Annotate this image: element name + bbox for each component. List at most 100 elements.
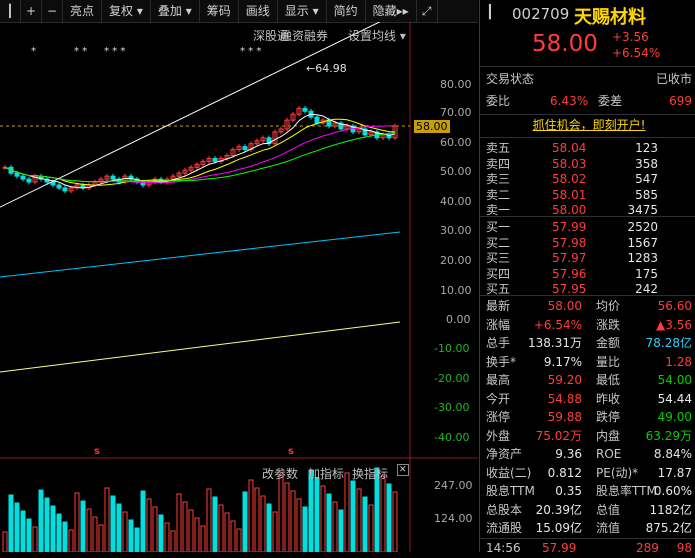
toolbar-highlight[interactable]: 亮点: [63, 0, 103, 22]
trade-status: 已收市: [655, 72, 692, 86]
volume-bar: [224, 512, 230, 552]
toolbar-simple[interactable]: 简约: [327, 0, 366, 22]
volume-bar: [368, 504, 374, 552]
volume-bar: [320, 485, 326, 552]
stat-value: 75.02万: [535, 428, 582, 443]
stat-value: 0.60%: [653, 484, 692, 498]
open-account-link[interactable]: 抓住机会，即刻开户!: [486, 116, 692, 135]
volume-bar: [386, 483, 392, 552]
candle: [110, 175, 116, 180]
change-percent: +6.54%: [612, 46, 661, 60]
stock-name: 天赐材料: [574, 7, 646, 28]
axis-label: 10.00: [440, 284, 472, 297]
level-label: 买五: [486, 282, 511, 296]
axis-label: 80.00: [440, 78, 472, 91]
signal-mark: *: [31, 46, 36, 57]
stat-value: 0.812: [547, 465, 582, 480]
close-indicator-icon[interactable]: ✕: [397, 464, 409, 476]
level-label: 买二: [486, 235, 511, 250]
stat-label: 跌停: [596, 410, 621, 424]
stat-label: 金额: [596, 336, 621, 350]
candle: [242, 146, 248, 151]
level-label: 买一: [486, 220, 511, 234]
kline-chart[interactable]: 深股通 融资融券 设置均线 ▾ * * * * * * * * * ←64.98…: [0, 22, 478, 552]
stat-value: 9.17%: [543, 354, 582, 369]
volume-bar: [158, 514, 164, 552]
menu-icon[interactable]: ┃: [486, 5, 494, 20]
volume-bar: [206, 488, 212, 552]
volume-bar: [380, 475, 386, 552]
volume-bar: [170, 530, 176, 552]
volume-bar: [338, 509, 344, 552]
stat-value: 54.44: [657, 391, 692, 406]
stat-row: 外盘 75.02万 内盘 63.29万: [486, 427, 692, 446]
volume-bar: [392, 491, 398, 552]
margin-link[interactable]: 融资融券: [280, 27, 328, 44]
volume-bar: [68, 529, 74, 552]
volume-bar: [350, 480, 356, 552]
toolbar-adjust[interactable]: 复权 ▾: [102, 0, 151, 22]
volume-bar: [188, 509, 194, 552]
toolbar-hide[interactable]: 隐藏▸▸: [366, 0, 417, 22]
volume-bar: [92, 516, 98, 552]
candle: [302, 107, 308, 112]
volume-bar: [110, 495, 116, 552]
candle: [56, 184, 62, 189]
stat-row: 流通股 15.09亿 流值 875.2亿: [486, 519, 692, 538]
volume-bar: [194, 517, 200, 552]
axis-label: 0.00: [446, 313, 471, 326]
stat-label: ROE: [596, 447, 622, 461]
volume-bar: [26, 518, 32, 552]
zoom-in-icon[interactable]: +: [21, 0, 42, 22]
stat-label: 总值: [596, 502, 621, 517]
add-indicator-link[interactable]: 加指标: [308, 465, 344, 482]
volume-bar: [116, 503, 122, 552]
s-mark: s: [94, 446, 100, 457]
edit-params-link[interactable]: 改参数: [262, 465, 298, 482]
vol-axis-label: 124.00: [434, 512, 473, 525]
stat-label: 量比: [596, 354, 621, 369]
stat-row: 总股本 20.39亿 总值 1182亿: [486, 501, 692, 520]
volume-bar: [356, 488, 362, 552]
quote-panel: ┃ 002709 天赐材料 58.00 +3.56 +6.54% 交易状态 已收…: [479, 0, 695, 555]
volume-bar: [212, 496, 218, 552]
order-diff: 699: [669, 94, 692, 108]
stat-value: 20.39亿: [535, 502, 582, 517]
volume-bar: [290, 490, 296, 552]
volume-bar: [74, 492, 80, 552]
menu-toggle-icon[interactable]: ┃: [0, 0, 21, 22]
candle: [20, 175, 26, 180]
stat-value: 0.35: [555, 484, 582, 498]
ma-setting-link[interactable]: 设置均线 ▾: [348, 27, 406, 44]
volume-bar: [8, 494, 14, 552]
volume-bar: [152, 506, 158, 552]
toolbar-chips[interactable]: 筹码: [200, 0, 239, 22]
stock-code: 002709: [512, 5, 570, 23]
stat-label: 流值: [596, 521, 621, 535]
axis-label: 50.00: [440, 165, 472, 178]
stat-value: 1182亿: [649, 502, 692, 517]
trade-status-row: 交易状态 已收市: [486, 70, 692, 89]
stat-row: 最高 59.20 最低 54.00: [486, 371, 692, 390]
stat-value: 56.60: [657, 299, 692, 313]
volume-bar: [146, 498, 152, 552]
volume-bar: [260, 495, 266, 552]
volume-bar: [80, 500, 86, 552]
axis-label: -10.00: [434, 342, 470, 355]
stat-row: 涨幅 +6.54% 涨跌 ▲3.56: [486, 316, 692, 335]
stat-label: 股息率TTM: [596, 484, 657, 498]
volume-bar: [62, 521, 68, 552]
toolbar-draw[interactable]: 画线: [239, 0, 278, 22]
zoom-out-icon[interactable]: −: [42, 0, 63, 22]
toolbar-display[interactable]: 显示 ▾: [278, 0, 327, 22]
stat-label: 总股本: [486, 502, 523, 517]
toolbar-overlay[interactable]: 叠加 ▾: [151, 0, 200, 22]
stat-label: 均价: [596, 299, 621, 313]
volume-bar: [134, 527, 140, 552]
ma-line: [0, 321, 401, 373]
current-price-tag: 58.00: [414, 120, 450, 133]
fullscreen-icon[interactable]: ⤢: [417, 0, 438, 22]
stat-row: 总手 138.31万 金额 78.28亿: [486, 334, 692, 353]
stat-label: 外盘: [486, 428, 511, 443]
switch-indicator-link[interactable]: 换指标: [352, 465, 388, 482]
